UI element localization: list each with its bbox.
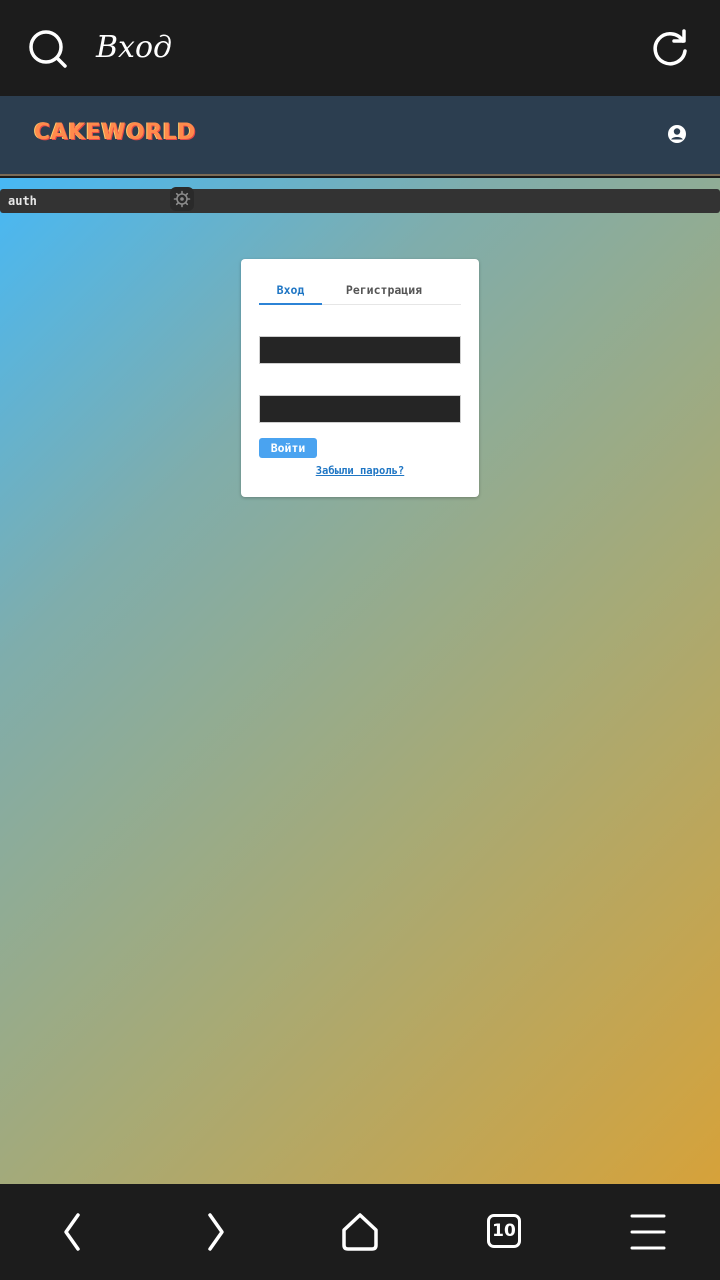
auth-tabs: Вход Регистрация	[259, 279, 461, 305]
browser-top-bar: Вход	[0, 0, 720, 96]
forward-button[interactable]	[194, 1212, 238, 1252]
forgot-password-link[interactable]: Забыли пароль?	[241, 465, 479, 477]
debug-settings-button[interactable]	[170, 187, 194, 211]
auth-card: Вход Регистрация Войти Забыли пароль?	[241, 259, 479, 497]
reload-icon	[653, 29, 687, 66]
search-button[interactable]	[26, 28, 70, 72]
back-button[interactable]	[50, 1212, 94, 1252]
tabs-button[interactable]: 10	[482, 1212, 526, 1252]
user-circle-icon	[668, 125, 686, 143]
login-submit-button[interactable]: Войти	[259, 438, 317, 458]
home-icon	[342, 1213, 378, 1251]
menu-icon	[630, 1214, 666, 1250]
chevron-right-icon	[208, 1213, 224, 1251]
user-account-button[interactable]	[667, 124, 687, 144]
tab-login[interactable]: Вход	[259, 279, 322, 305]
reload-button[interactable]	[650, 28, 692, 70]
chevron-left-icon	[64, 1213, 80, 1251]
tabs-count: 10	[487, 1214, 521, 1248]
site-header: CAKEWORLD	[0, 96, 720, 176]
tab-register[interactable]: Регистрация	[331, 279, 437, 305]
menu-button[interactable]	[626, 1212, 670, 1252]
page-title[interactable]: Вход	[96, 28, 172, 68]
gear-icon	[173, 190, 191, 208]
debug-auth-label: auth	[8, 194, 37, 208]
site-logo[interactable]: CAKEWORLD	[34, 116, 196, 150]
home-button[interactable]	[338, 1212, 382, 1252]
password-field[interactable]	[259, 395, 461, 423]
login-field[interactable]	[259, 336, 461, 364]
browser-bottom-bar: 10	[0, 1184, 720, 1280]
search-icon	[29, 30, 67, 68]
debug-auth-bar: auth	[0, 187, 720, 213]
